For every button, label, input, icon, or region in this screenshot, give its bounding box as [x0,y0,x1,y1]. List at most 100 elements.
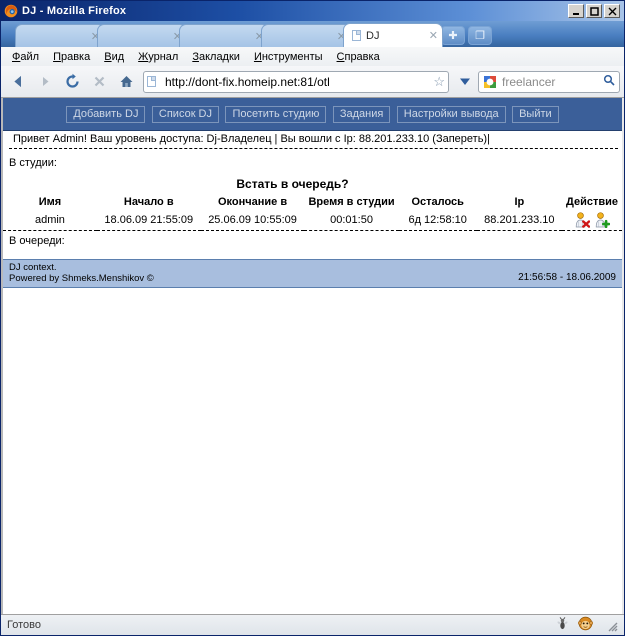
tab-strip: ✕ ✕ ✕ ✕ DJ ✕ ✚ ❐ [1,21,624,47]
search-bar[interactable]: freelancer [478,70,620,93]
greeting-text: Привет Admin! Ваш уровень доступа: Dj-Вл… [13,133,490,145]
menu-accesskey: И [253,50,262,63]
url-bar[interactable]: http://dont-fix.homeip.net:81/otl ☆ [143,70,449,93]
menu-item-history[interactable]: Журнал [131,50,185,64]
tab-close-icon[interactable]: ✕ [425,29,438,42]
menu-label: правка [344,50,380,63]
site-nav-add-dj[interactable]: Добавить DJ [66,106,146,123]
greeting-bar: Привет Admin! Ваш уровень доступа: Dj-Вл… [9,131,618,149]
close-button[interactable] [604,4,620,18]
browser-tab[interactable]: ✕ [179,24,269,47]
maximize-button[interactable] [586,4,602,18]
tab-list-button[interactable]: ❐ [468,26,492,45]
search-icon[interactable] [603,74,615,89]
google-icon [483,75,497,89]
footer-line-1: DJ context. [9,261,57,273]
menu-item-help[interactable]: Справка [330,50,387,64]
site-nav-visit-studio[interactable]: Посетить студию [225,106,327,123]
table-header-row: Имя Начало в Окончание в Время в студии … [3,195,622,211]
minimize-button[interactable] [568,4,584,18]
in-studio-label: В студии: [9,157,57,169]
site-nav-dj-list[interactable]: Список DJ [151,106,220,123]
column-header-action: Действие [565,196,618,208]
action-icons [566,212,618,229]
menu-label: урнал [148,50,179,63]
cell-left: 6д 12:58:10 [408,214,467,226]
navigation-toolbar: http://dont-fix.homeip.net:81/otl ☆ free… [1,66,624,97]
window-controls [568,4,622,18]
menu-accesskey: П [53,50,61,63]
queue-prompt: Встать в очередь? [236,177,349,191]
cell-in-studio: 00:01:50 [330,214,373,226]
status-bar-icons [555,616,622,634]
browser-chrome: ✕ ✕ ✕ ✕ DJ ✕ ✚ ❐ Файл Правка Вид Журнал … [1,21,624,98]
site-nav-logout[interactable]: Выйти [512,106,559,123]
site-navigation: Добавить DJ Список DJ Посетить студию За… [3,98,622,131]
menu-label: акладки [198,50,240,63]
tab-controls: ✚ ❐ [441,26,492,47]
page-viewport: Добавить DJ Список DJ Посетить студию За… [1,98,624,614]
menu-accesskey: В [104,50,112,63]
in-queue-label: В очереди: [9,234,65,247]
back-button[interactable] [5,69,31,94]
bookmark-star-icon[interactable]: ☆ [433,74,445,90]
firebug-fly-icon[interactable] [555,616,570,634]
greasemonkey-icon[interactable] [577,616,594,634]
footer-timestamp: 21:56:58 - 18.06.2009 [518,271,616,283]
menu-label: нструменты [261,50,323,63]
cell-name: admin [34,214,65,226]
menu-item-edit[interactable]: Правка [46,50,97,64]
search-input[interactable]: freelancer [502,75,603,89]
resize-grip[interactable] [605,619,618,632]
user-delete-icon[interactable] [574,212,591,228]
page-icon [352,30,361,41]
menu-bar: Файл Правка Вид Журнал Закладки Инструме… [1,47,624,66]
column-header-left: Осталось [411,196,464,208]
forward-button[interactable] [32,69,58,94]
cell-ip: 88.201.233.10 [484,214,555,226]
new-tab-button[interactable]: ✚ [441,26,465,45]
column-header-name: Имя [38,196,62,208]
browser-tab[interactable]: ✕ [97,24,187,47]
page-footer: DJ context. Powered by Shmeks.Menshikov … [3,258,622,288]
column-header-in-studio: Время в студии [308,196,395,208]
table-row: admin 18.06.09 21:55:09 25.06.09 10:55:0… [3,211,622,229]
menu-accesskey: Ж [138,50,149,63]
menu-label: равка [60,50,91,63]
menu-item-file[interactable]: Файл [5,50,46,64]
browser-tab[interactable]: ✕ [261,24,351,47]
window-title: DJ - Mozilla Firefox [22,5,127,17]
firefox-logo-icon [4,4,18,18]
menu-item-view[interactable]: Вид [97,50,131,64]
status-bar: Готово [1,614,624,635]
column-header-ip: Ip [514,196,525,208]
site-nav-tasks[interactable]: Задания [332,106,391,123]
browser-tab[interactable]: ✕ [15,24,105,47]
column-header-end: Окончание в [217,196,288,208]
cell-actions [562,211,622,229]
footer-credits: DJ context. Powered by Shmeks.Menshikov … [9,262,154,284]
menu-item-tools[interactable]: Инструменты [247,50,330,64]
tab-label: DJ [366,29,380,42]
user-add-icon[interactable] [594,212,611,229]
title-bar: DJ - Mozilla Firefox [1,1,624,21]
url-text: http://dont-fix.homeip.net:81/otl [165,74,330,89]
home-button[interactable] [113,69,139,94]
footer-line-2: Powered by Shmeks.Menshikov © [9,272,154,284]
menu-item-bookmarks[interactable]: Закладки [185,50,247,64]
menu-label: ид [111,50,125,63]
stop-button[interactable] [86,69,112,94]
url-dropdown-button[interactable] [453,71,477,93]
status-text: Готово [7,619,41,631]
column-header-start: Начало в [123,196,174,208]
menu-label: айл [20,50,40,63]
menu-accesskey: З [192,50,199,63]
cell-start: 18.06.09 21:55:09 [104,214,194,226]
site-nav-output-settings[interactable]: Настройки вывода [396,106,506,123]
browser-window: DJ - Mozilla Firefox ✕ ✕ ✕ ✕ DJ ✕ ✚ ❐ Фа… [0,0,625,636]
cell-end: 25.06.09 10:55:09 [208,214,297,226]
studio-table: Имя Начало в Окончание в Время в студии … [3,195,622,231]
reload-button[interactable] [59,69,85,94]
browser-tab-active[interactable]: DJ ✕ [343,23,443,47]
page-icon [147,76,156,87]
